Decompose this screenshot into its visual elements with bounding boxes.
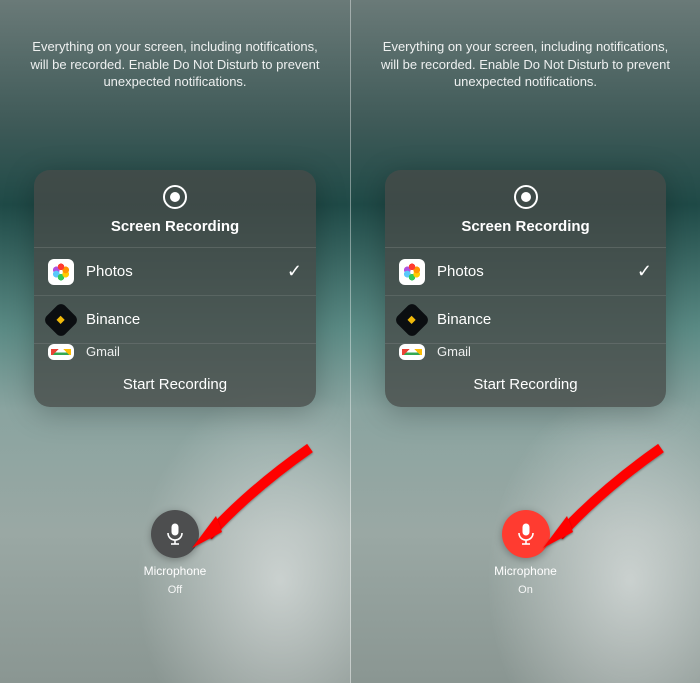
microphone-icon [165,522,185,546]
app-list: Photos ✓ ◆ Binance Gmail [385,248,666,364]
recording-notice: Everything on your screen, including not… [0,0,350,91]
card-header: Screen Recording [385,170,666,248]
microphone-toggle-button[interactable] [151,510,199,558]
record-icon [162,184,188,210]
app-label: Photos [437,263,618,280]
app-row-binance[interactable]: ◆ Binance [385,296,666,344]
app-label: Photos [86,263,268,280]
photos-icon [48,259,74,285]
app-row-binance[interactable]: ◆ Binance [34,296,316,344]
app-label: Gmail [437,344,652,359]
record-icon [513,184,539,210]
gmail-icon [48,344,74,360]
app-label: Binance [437,311,618,328]
app-row-gmail[interactable]: Gmail [34,344,316,364]
app-row-photos[interactable]: Photos ✓ [34,248,316,296]
card-header: Screen Recording [34,170,316,248]
microphone-label: Microphone [144,564,207,578]
checkmark-icon: ✓ [630,261,652,282]
binance-icon: ◆ [394,301,431,338]
app-row-gmail[interactable]: Gmail [385,344,666,364]
app-row-photos[interactable]: Photos ✓ [385,248,666,296]
app-label: Binance [86,311,268,328]
recording-notice: Everything on your screen, including not… [351,0,700,91]
microphone-control: Microphone On [351,510,700,596]
microphone-toggle-button[interactable] [502,510,550,558]
microphone-control: Microphone Off [0,510,350,596]
microphone-label: Microphone [494,564,557,578]
app-list: Photos ✓ ◆ Binance Gmail [34,248,316,364]
microphone-icon [516,522,536,546]
screen-recording-card: Screen Recording Photos ✓ ◆ Binance Gmai… [385,170,666,407]
start-recording-button[interactable]: Start Recording [34,364,316,407]
photos-icon [399,259,425,285]
checkmark-icon: ✓ [280,261,302,282]
card-title: Screen Recording [461,218,589,235]
microphone-status: Off [168,584,182,596]
screen-recording-card: Screen Recording Photos ✓ ◆ Binance Gmai… [34,170,316,407]
app-label: Gmail [86,344,302,359]
card-title: Screen Recording [111,218,239,235]
pane-mic-on: Everything on your screen, including not… [350,0,700,683]
start-recording-button[interactable]: Start Recording [385,364,666,407]
binance-icon: ◆ [43,301,80,338]
gmail-icon [399,344,425,360]
microphone-status: On [518,584,533,596]
pane-mic-off: Everything on your screen, including not… [0,0,350,683]
